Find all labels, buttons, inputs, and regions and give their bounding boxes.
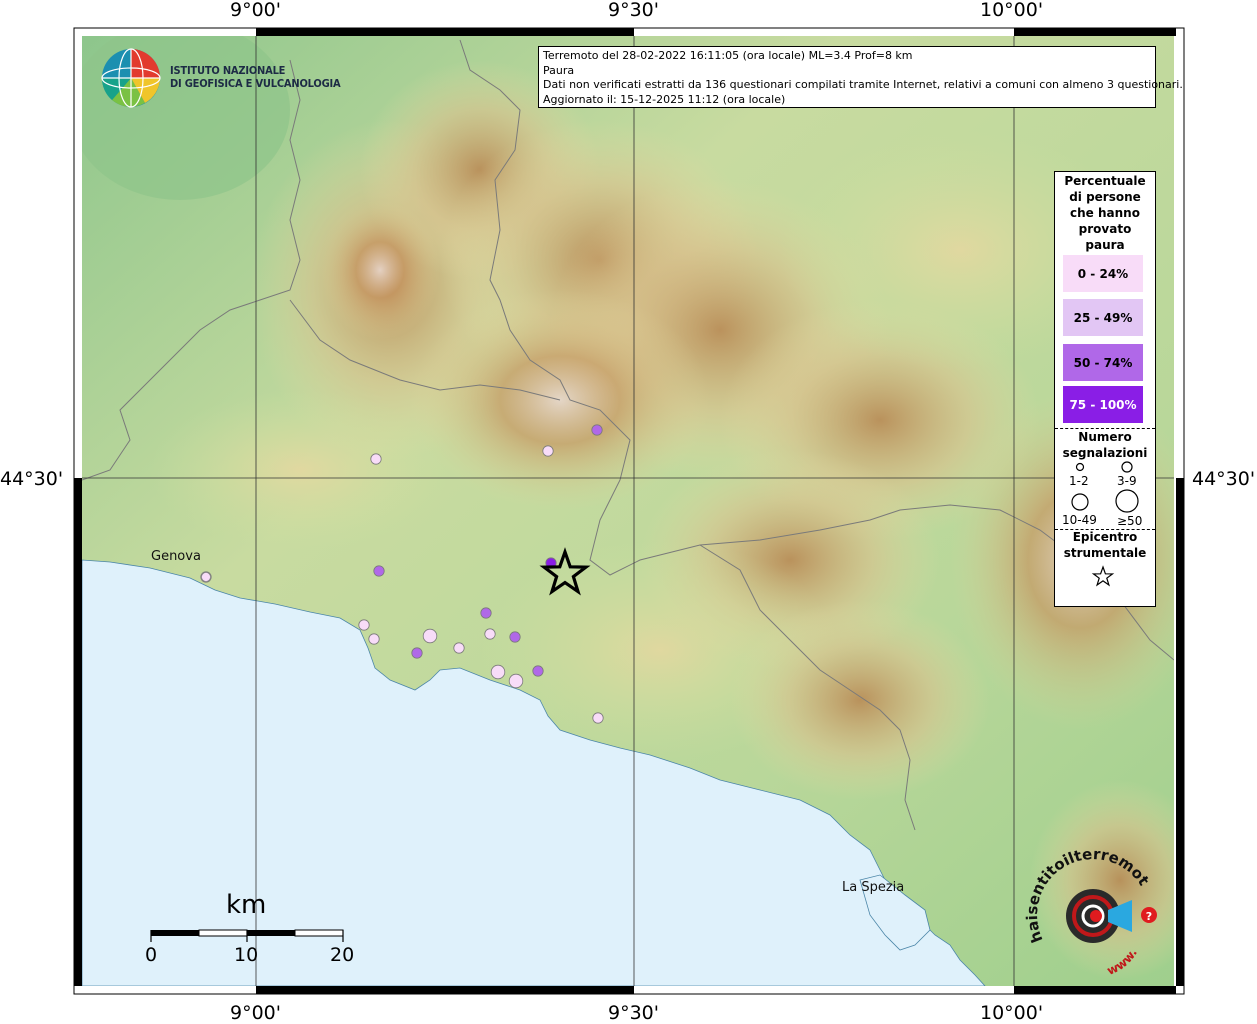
place-label-genova: Genova bbox=[151, 549, 201, 564]
event-info-box: Terremoto del 28-02-2022 16:11:05 (ora l… bbox=[538, 46, 1183, 108]
legend-count-10-49: 10-49 bbox=[1062, 513, 1097, 527]
observation-marker bbox=[370, 453, 382, 465]
legend: Percentuale di persone che hanno provato… bbox=[1054, 171, 1156, 607]
observation-marker bbox=[484, 628, 496, 640]
legend-count-1-2: 1-2 bbox=[1069, 474, 1089, 488]
frame-tick-bottom bbox=[256, 986, 634, 994]
legend-epicenter-title: Epicentro strumentale bbox=[1063, 530, 1147, 560]
legend-class-75-100: 75 - 100% bbox=[1063, 386, 1143, 423]
observation-marker bbox=[358, 619, 370, 631]
svg-text:?: ? bbox=[1146, 910, 1152, 923]
frame-tick-top bbox=[1014, 28, 1176, 36]
lat-label-right-44-30: 44°30' bbox=[1192, 468, 1256, 490]
legend-title: Percentuale di persone che hanno provato… bbox=[1064, 174, 1146, 252]
observation-marker bbox=[422, 628, 438, 644]
frame-tick-left bbox=[74, 478, 82, 986]
observation-marker bbox=[480, 607, 492, 619]
legend-class-50-74: 50 - 74% bbox=[1063, 344, 1143, 381]
scale-tick-20: 20 bbox=[330, 944, 355, 966]
lon-label-top-9-00: 9°00' bbox=[230, 0, 281, 21]
observation-marker bbox=[591, 424, 603, 436]
observation-marker bbox=[542, 445, 554, 457]
observation-marker bbox=[592, 712, 604, 724]
observation-marker bbox=[490, 664, 506, 680]
legend-count-3-9: 3-9 bbox=[1117, 474, 1137, 488]
frame-tick-top bbox=[256, 28, 634, 36]
lon-label-bottom-9-00: 9°00' bbox=[230, 1002, 281, 1024]
lat-label-left-44-30: 44°30' bbox=[0, 468, 64, 490]
scale-tick-0: 0 bbox=[145, 944, 158, 966]
observation-marker bbox=[368, 633, 380, 645]
event-title: Terremoto del 28-02-2022 16:11:05 (ora l… bbox=[543, 49, 913, 62]
scale-unit: km bbox=[226, 890, 267, 920]
place-label-la-spezia: La Spezia bbox=[842, 880, 905, 895]
data-note: Dati non verificati estratti da 136 ques… bbox=[543, 78, 1183, 92]
ingv-name: ISTITUTO NAZIONALE DI GEOFISICA E VULCAN… bbox=[170, 64, 341, 90]
frame-tick-right bbox=[1176, 478, 1184, 986]
legend-class-25-49: 25 - 49% bbox=[1063, 299, 1143, 336]
frame-tick-bottom bbox=[1014, 986, 1176, 994]
legend-star-icon bbox=[1091, 565, 1115, 587]
lon-label-bottom-9-30: 9°30' bbox=[608, 1002, 659, 1024]
lon-label-top-9-30: 9°30' bbox=[608, 0, 659, 21]
scale-tick-10: 10 bbox=[234, 944, 259, 966]
map-parameter: Paura bbox=[543, 63, 575, 77]
update-time: Aggiornato il: 15-12-2025 11:12 (ora loc… bbox=[543, 92, 786, 106]
legend-class-0-24: 0 - 24% bbox=[1063, 255, 1143, 292]
ingv-logo-icon bbox=[101, 48, 161, 108]
observation-marker bbox=[532, 665, 544, 677]
legend-count-50-plus: ≥50 bbox=[1117, 514, 1143, 528]
observation-marker bbox=[509, 631, 521, 643]
lon-label-bottom-10-00: 10°00' bbox=[980, 1002, 1044, 1024]
lon-label-top-10-00: 10°00' bbox=[980, 0, 1044, 21]
observation-marker bbox=[453, 642, 465, 654]
observation-marker bbox=[508, 673, 524, 689]
observation-marker bbox=[373, 565, 385, 577]
observation-marker bbox=[411, 647, 423, 659]
